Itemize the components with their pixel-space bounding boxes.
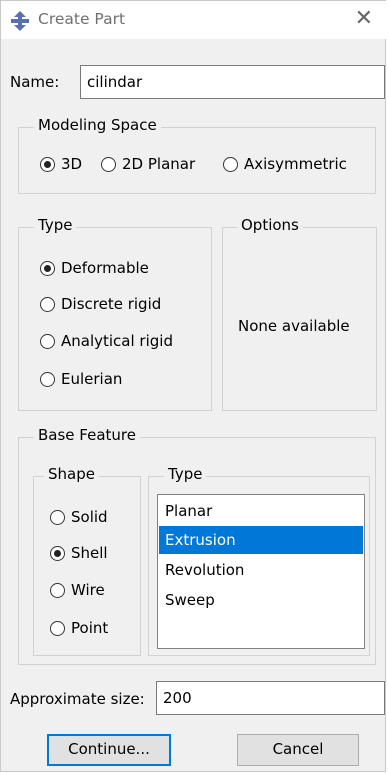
shape-legend: Shape	[44, 465, 99, 483]
radio-solid-label: Solid	[71, 508, 108, 526]
radio-analytical-rigid[interactable]: Analytical rigid	[40, 332, 173, 350]
radio-indicator	[50, 582, 65, 598]
radio-indicator	[40, 333, 55, 349]
modeling-space-legend: Modeling Space	[34, 116, 161, 134]
radio-axisymmetric-label: Axisymmetric	[244, 155, 347, 173]
type-legend: Type	[34, 216, 77, 234]
feature-type-list[interactable]: Planar Extrusion Revolution Sweep	[157, 494, 365, 649]
radio-indicator	[50, 545, 65, 561]
radio-analytical-rigid-label: Analytical rigid	[61, 332, 173, 350]
radio-2d-planar[interactable]: 2D Planar	[101, 155, 195, 173]
radio-point[interactable]: Point	[50, 619, 108, 637]
radio-indicator	[40, 260, 55, 276]
radio-indicator	[50, 509, 65, 525]
radio-deformable[interactable]: Deformable	[40, 259, 149, 277]
radio-discrete-rigid[interactable]: Discrete rigid	[40, 295, 161, 313]
list-item-planar[interactable]: Planar	[159, 497, 363, 525]
radio-eulerian[interactable]: Eulerian	[40, 370, 122, 388]
radio-indicator	[50, 620, 65, 636]
radio-3d[interactable]: 3D	[40, 155, 82, 173]
name-label: Name:	[10, 73, 60, 91]
list-item-revolution[interactable]: Revolution	[159, 556, 363, 584]
radio-shell-label: Shell	[71, 544, 108, 562]
radio-shell[interactable]: Shell	[50, 544, 108, 562]
approx-size-label: Approximate size:	[10, 690, 145, 708]
name-input[interactable]	[80, 65, 385, 99]
list-item-extrusion[interactable]: Extrusion	[159, 526, 363, 554]
cancel-button[interactable]: Cancel	[237, 734, 359, 766]
title-bar: Create Part ✕	[1, 1, 387, 39]
approx-size-input[interactable]	[156, 681, 385, 715]
radio-wire[interactable]: Wire	[50, 581, 105, 599]
create-part-dialog: Create Part ✕ Name: Modeling Space 3D 2D…	[0, 0, 387, 772]
radio-wire-label: Wire	[71, 581, 105, 599]
radio-discrete-rigid-label: Discrete rigid	[61, 295, 162, 313]
close-icon[interactable]: ✕	[355, 6, 373, 31]
radio-2d-planar-label: 2D Planar	[122, 155, 196, 173]
abaqus-part-icon	[11, 11, 29, 31]
radio-indicator	[101, 156, 116, 172]
radio-indicator	[40, 371, 55, 387]
radio-indicator	[223, 156, 238, 172]
window-title: Create Part	[38, 10, 126, 28]
feature-type-legend: Type	[164, 465, 207, 483]
radio-axisymmetric[interactable]: Axisymmetric	[223, 155, 347, 173]
options-none-text: None available	[238, 317, 350, 335]
radio-indicator	[40, 156, 55, 172]
options-legend: Options	[237, 216, 303, 234]
list-item-sweep[interactable]: Sweep	[159, 586, 363, 614]
radio-eulerian-label: Eulerian	[61, 370, 123, 388]
base-feature-legend: Base Feature	[34, 426, 140, 444]
radio-deformable-label: Deformable	[61, 259, 149, 277]
radio-point-label: Point	[71, 619, 109, 637]
radio-indicator	[40, 296, 55, 312]
radio-3d-label: 3D	[61, 155, 83, 173]
radio-solid[interactable]: Solid	[50, 508, 108, 526]
continue-button[interactable]: Continue...	[47, 734, 171, 766]
